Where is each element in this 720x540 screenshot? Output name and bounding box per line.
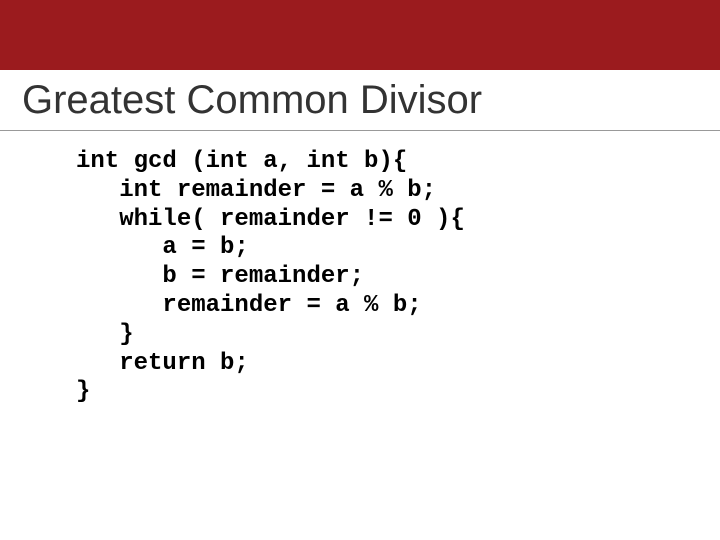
slide-title: Greatest Common Divisor — [22, 78, 482, 123]
title-underline — [0, 130, 720, 131]
header-bar — [0, 0, 720, 70]
slide: Greatest Common Divisor int gcd (int a, … — [0, 0, 720, 540]
code-block: int gcd (int a, int b){ int remainder = … — [76, 148, 465, 407]
